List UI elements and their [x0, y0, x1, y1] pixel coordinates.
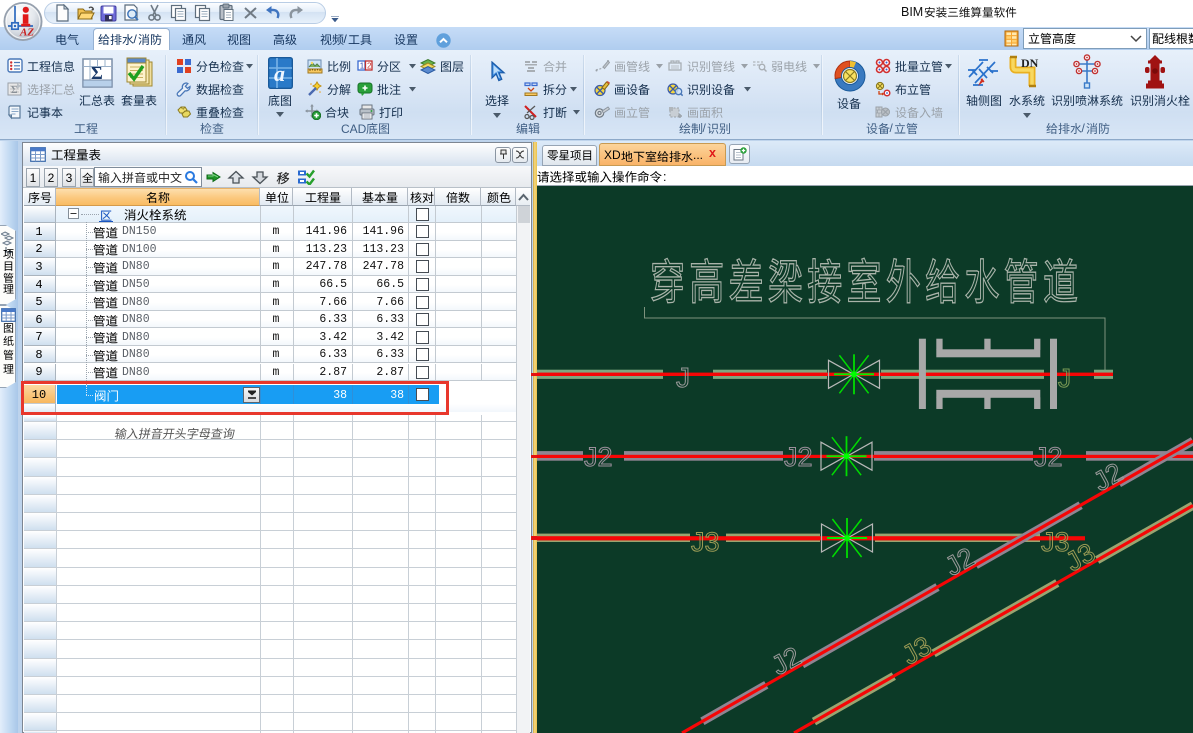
svg-text:Σ: Σ: [11, 85, 18, 96]
svg-text:Σ: Σ: [91, 63, 103, 83]
svg-text:J: J: [676, 362, 690, 393]
svg-text:J2: J2: [1034, 442, 1063, 472]
svg-text:J3: J3: [691, 527, 720, 557]
svg-text:2: 2: [367, 62, 372, 71]
svg-text:1: 1: [360, 62, 365, 71]
svg-text:AZ: AZ: [19, 27, 34, 39]
svg-text:J2: J2: [584, 442, 613, 472]
svg-text:J: J: [1058, 363, 1071, 393]
svg-text:DN: DN: [1021, 56, 1039, 70]
svg-text:a: a: [274, 61, 285, 86]
svg-text:J2: J2: [784, 442, 813, 472]
